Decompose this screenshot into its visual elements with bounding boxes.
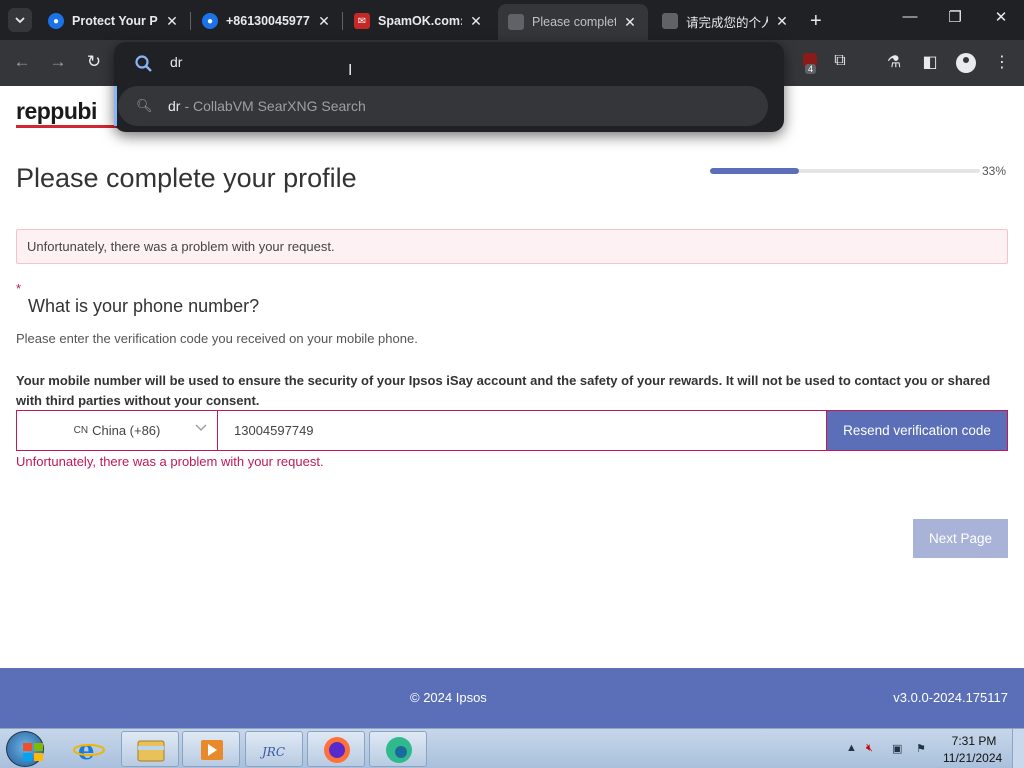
restore-button[interactable]: ❐	[940, 8, 970, 26]
windows-taskbar: e JRC ▲ 🔇︎ ▣ ⚑ 7:31 PM 11/21/2024	[0, 728, 1024, 768]
page-icon	[508, 14, 524, 30]
chevron-down-icon	[195, 421, 207, 436]
clock-time[interactable]: 7:31 PM	[950, 734, 998, 748]
globe-icon: ●	[48, 13, 64, 29]
next-page-button[interactable]: Next Page	[913, 519, 1008, 558]
tab-search-button[interactable]	[8, 8, 32, 32]
labs-icon[interactable]: ⚗	[882, 52, 906, 74]
close-icon[interactable]: ✕	[164, 13, 180, 30]
tab-separator	[342, 12, 343, 30]
edge-icon[interactable]	[369, 731, 427, 767]
close-icon[interactable]: ✕	[316, 13, 332, 30]
progress-percent: 33%	[982, 164, 1007, 178]
volume-muted-icon[interactable]: 🔇︎	[866, 742, 873, 755]
suggestion-description: - CollabVM SearXNG Search	[184, 98, 366, 114]
question-instruction: Please enter the verification code you r…	[16, 331, 418, 346]
field-error-message: Unfortunately, there was a problem with …	[16, 454, 324, 469]
tab-title: 请完成您的个人	[686, 15, 768, 30]
minimize-button[interactable]: —	[895, 8, 925, 25]
security-note: Your mobile number will be used to ensur…	[16, 373, 991, 408]
show-hidden-icons[interactable]: ▲	[846, 742, 857, 754]
tab-please-complete[interactable]: Please complete ✕	[498, 4, 648, 40]
close-icon[interactable]: ✕	[468, 13, 484, 30]
tab-strip: ● Protect Your Pr ✕ ● +8613004597749 ✕ ✉…	[0, 0, 1024, 40]
tab-spamok[interactable]: ✉ SpamOK.com: ✕	[344, 6, 494, 36]
search-icon	[135, 55, 152, 72]
tab-title: Please complete	[532, 15, 616, 29]
text-cursor-icon: I	[348, 62, 353, 79]
suggestion-query: dr	[168, 98, 181, 114]
chevron-down-icon	[15, 17, 25, 24]
resend-verification-button[interactable]: Resend verification code	[826, 410, 1008, 451]
close-window-button[interactable]: ✕	[986, 8, 1016, 26]
omnibox-suggestion[interactable]: 🔍︎ dr - CollabVM SearXNG Search	[118, 86, 768, 126]
page-icon	[662, 13, 678, 29]
globe-icon: ●	[202, 13, 218, 29]
close-icon[interactable]: ✕	[774, 13, 790, 30]
footer: © 2024 Ipsos v3.0.0-2024.175117	[0, 668, 1024, 728]
progress-fill	[710, 168, 800, 174]
footer-copyright: © 2024 Ipsos	[410, 690, 487, 705]
windows-logo-icon	[23, 743, 43, 761]
extension-count-badge: 4	[805, 64, 817, 74]
action-center-flag-icon[interactable]: ⚑	[916, 742, 926, 755]
tab-phone[interactable]: ● +8613004597749 ✕	[192, 6, 342, 36]
internet-explorer-icon[interactable]: e	[60, 731, 118, 767]
side-panel-icon[interactable]: ◧	[918, 52, 942, 74]
page-title: Please complete your profile	[16, 163, 357, 193]
svg-text:JRC: JRC	[259, 745, 285, 759]
logo[interactable]: reppubi	[16, 98, 126, 128]
extensions-icon[interactable]: ⧉	[828, 52, 852, 74]
tab-title: +8613004597749	[226, 14, 310, 28]
tab-title: Protect Your Pr	[72, 14, 158, 28]
search-icon: 🔍︎	[136, 98, 153, 113]
phone-number-input[interactable]	[217, 410, 827, 451]
progress-bar	[710, 167, 980, 175]
svg-text:e: e	[78, 736, 95, 766]
show-desktop-button[interactable]	[1012, 729, 1024, 768]
country-label: China (+86)	[92, 423, 161, 438]
country-code: CN	[73, 425, 89, 436]
media-player-icon[interactable]	[182, 731, 240, 767]
start-button[interactable]	[6, 731, 44, 767]
omnibox-input[interactable]: dr	[170, 54, 182, 70]
error-alert: Unfortunately, there was a problem with …	[16, 229, 1008, 264]
phone-input-row: CN China (+86) Resend verification code	[16, 410, 1008, 451]
firefox-icon[interactable]	[307, 731, 365, 767]
back-button[interactable]: ←	[10, 52, 34, 72]
file-explorer-icon[interactable]	[121, 731, 179, 767]
forward-button[interactable]: →	[46, 52, 70, 72]
selection-indicator	[114, 86, 117, 126]
tab-protect[interactable]: ● Protect Your Pr ✕	[38, 6, 190, 36]
question-title: What is your phone number?	[28, 296, 260, 316]
clock-date[interactable]: 11/21/2024	[943, 751, 1002, 765]
country-select[interactable]: CN China (+86)	[16, 410, 218, 451]
tab-chinese-profile[interactable]: 请完成您的个人 ✕	[652, 6, 800, 36]
close-icon[interactable]: ✕	[622, 14, 638, 31]
spamok-icon: ✉	[354, 13, 370, 29]
omnibox-dropdown[interactable]: dr I 🔍︎ dr - CollabVM SearXNG Search	[114, 42, 784, 132]
new-tab-button[interactable]: +	[810, 10, 822, 33]
required-marker: *	[16, 281, 22, 296]
reload-button[interactable]: ↻	[82, 52, 106, 72]
footer-version: v3.0.0-2024.175117	[893, 690, 1008, 705]
network-icon[interactable]: ▣	[892, 742, 902, 755]
tab-title: SpamOK.com:	[378, 14, 462, 28]
profile-icon[interactable]	[956, 53, 976, 73]
jrc-icon[interactable]: JRC	[245, 731, 303, 767]
page-content: reppubi Please complete your profile 33%…	[0, 86, 1024, 728]
tab-separator	[190, 12, 191, 30]
menu-icon[interactable]: ⋮	[990, 52, 1014, 74]
